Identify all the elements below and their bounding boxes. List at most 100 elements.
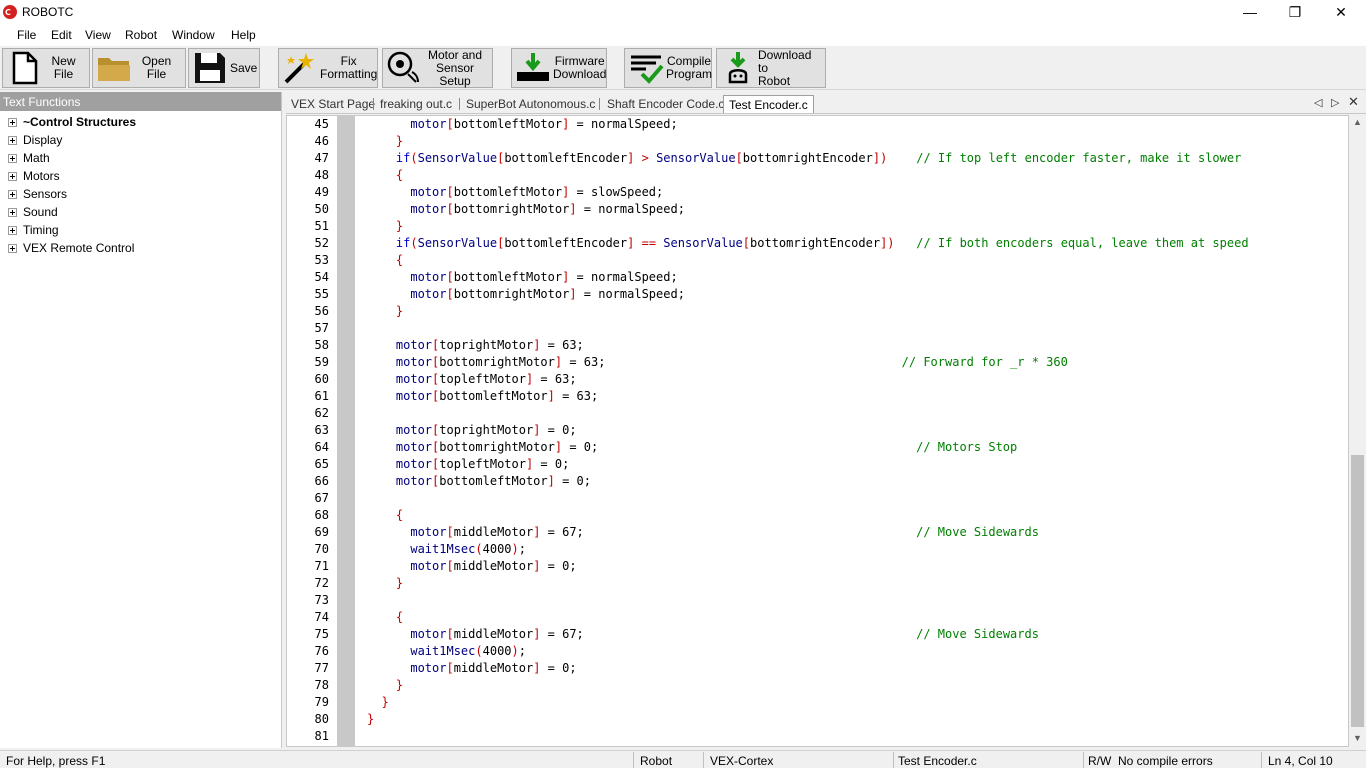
code-line[interactable]: motor[middleMotor] = 0; xyxy=(367,558,576,575)
menu-bar: File Edit View Robot Window Help xyxy=(0,24,1366,46)
expand-icon[interactable] xyxy=(8,117,17,127)
code-line[interactable]: motor[middleMotor] = 0; xyxy=(367,660,576,677)
tab-freaking-out[interactable]: freaking out.c xyxy=(375,95,457,113)
code-line[interactable]: } xyxy=(367,694,388,711)
motor-sensor-icon xyxy=(387,51,419,83)
line-number: 47 xyxy=(314,151,329,165)
code-line[interactable]: motor[bottomleftMotor] = normalSpeed; xyxy=(367,116,677,133)
fix-formatting-button[interactable]: Fix Formatting xyxy=(278,48,378,88)
title-bar: C ROBOTC — ❐ ✕ xyxy=(0,0,1366,24)
expand-icon[interactable] xyxy=(8,207,17,217)
restore-button[interactable]: ❐ xyxy=(1272,0,1318,24)
code-line[interactable]: motor[bottomleftMotor] = 0; xyxy=(367,473,591,490)
open-file-button[interactable]: Open File xyxy=(92,48,186,88)
expand-icon[interactable] xyxy=(8,225,17,235)
code-line[interactable]: motor[bottomleftMotor] = slowSpeed; xyxy=(367,184,663,201)
firmware-chip-icon xyxy=(517,53,549,81)
tree-item-math[interactable]: Math xyxy=(8,149,50,167)
line-number: 54 xyxy=(314,270,329,284)
expand-icon[interactable] xyxy=(8,135,17,145)
tree-item-vex-remote-control[interactable]: VEX Remote Control xyxy=(8,239,134,257)
code-line[interactable]: { xyxy=(367,507,403,524)
code-line[interactable]: motor[toprightMotor] = 63; xyxy=(367,337,584,354)
tree-item-timing[interactable]: Timing xyxy=(8,221,59,239)
tree-item-motors[interactable]: Motors xyxy=(8,167,60,185)
close-icon: ✕ xyxy=(1335,3,1347,20)
tab-scroll-right-icon[interactable]: ▷ xyxy=(1331,96,1339,109)
menu-robot[interactable]: Robot xyxy=(125,28,157,42)
code-line[interactable]: motor[middleMotor] = 67; // Move Sidewar… xyxy=(367,626,1039,643)
code-line[interactable]: if(SensorValue[bottomleftEncoder] == Sen… xyxy=(367,235,1249,252)
download-to-robot-button[interactable]: Download to Robot xyxy=(716,48,826,88)
code-line[interactable]: motor[bottomleftMotor] = 63; xyxy=(367,388,598,405)
line-number: 78 xyxy=(314,678,329,692)
code-line[interactable]: motor[topleftMotor] = 63; xyxy=(367,371,577,388)
code-line[interactable]: motor[toprightMotor] = 0; xyxy=(367,422,577,439)
close-button[interactable]: ✕ xyxy=(1318,0,1364,24)
code-line[interactable]: wait1Msec(4000); xyxy=(367,643,526,660)
tab-scroll-left-icon[interactable]: ◁ xyxy=(1314,96,1322,109)
tab-separator xyxy=(599,98,600,110)
download-label-2: Robot xyxy=(758,73,791,88)
expand-icon[interactable] xyxy=(8,171,17,181)
menu-edit[interactable]: Edit xyxy=(51,28,72,42)
expand-icon[interactable] xyxy=(8,189,17,199)
line-number: 48 xyxy=(314,168,329,182)
code-line[interactable]: motor[bottomrightMotor] = normalSpeed; xyxy=(367,201,685,218)
status-file: Test Encoder.c xyxy=(898,754,977,768)
code-line[interactable]: if(SensorValue[bottomleftEncoder] > Sens… xyxy=(367,150,1241,167)
tree-item-display[interactable]: Display xyxy=(8,131,62,149)
line-number: 59 xyxy=(314,355,329,369)
code-line[interactable]: } xyxy=(367,575,403,592)
menu-view[interactable]: View xyxy=(85,28,111,42)
expand-icon[interactable] xyxy=(8,153,17,163)
code-line[interactable]: motor[middleMotor] = 67; // Move Sidewar… xyxy=(367,524,1039,541)
save-label: Save xyxy=(230,60,258,75)
expand-icon[interactable] xyxy=(8,243,17,253)
menu-window[interactable]: Window xyxy=(172,28,215,42)
tab-superbot-autonomous[interactable]: SuperBot Autonomous.c xyxy=(461,95,600,113)
new-file-label: New File xyxy=(51,54,76,81)
code-line[interactable]: wait1Msec(4000); xyxy=(367,541,526,558)
code-line[interactable]: { xyxy=(367,252,403,269)
code-line[interactable]: } xyxy=(367,133,403,150)
code-line[interactable]: motor[bottomrightMotor] = 63; // Forward… xyxy=(367,354,1068,371)
new-file-button[interactable]: New File xyxy=(2,48,90,88)
code-line[interactable]: { xyxy=(367,167,403,184)
scroll-up-icon[interactable]: ▲ xyxy=(1353,117,1362,127)
status-separator xyxy=(703,752,704,768)
line-number: 61 xyxy=(314,389,329,403)
code-line[interactable]: } xyxy=(367,711,374,728)
code-line[interactable]: motor[bottomrightMotor] = 0; // Motors S… xyxy=(367,439,1017,456)
minimize-button[interactable]: — xyxy=(1227,0,1273,24)
vertical-scrollbar[interactable]: ▲ ▼ xyxy=(1349,115,1366,747)
fix-label-1: Fix xyxy=(340,54,357,68)
code-line[interactable]: } xyxy=(367,303,403,320)
code-line[interactable]: motor[topleftMotor] = 0; xyxy=(367,456,569,473)
firmware-download-button[interactable]: Firmware Download xyxy=(511,48,607,88)
tab-test-encoder[interactable]: Test Encoder.c xyxy=(723,95,814,113)
code-line[interactable]: } xyxy=(367,218,403,235)
compile-program-button[interactable]: Compile Program xyxy=(624,48,712,88)
tree-item-sensors[interactable]: Sensors xyxy=(8,185,67,203)
code-line[interactable]: } xyxy=(367,677,403,694)
code-line[interactable]: motor[bottomleftMotor] = normalSpeed; xyxy=(367,269,677,286)
menu-file[interactable]: File xyxy=(17,28,36,42)
menu-help[interactable]: Help xyxy=(231,28,256,42)
line-number: 51 xyxy=(314,219,329,233)
tree-item-sound[interactable]: Sound xyxy=(8,203,58,221)
save-button[interactable]: Save xyxy=(188,48,260,88)
scrollbar-thumb[interactable] xyxy=(1351,455,1364,727)
code-line[interactable]: motor[bottomrightMotor] = normalSpeed; xyxy=(367,286,685,303)
close-tab-icon[interactable]: ✕ xyxy=(1348,94,1359,110)
line-number: 62 xyxy=(314,406,329,420)
tab-vex-start-page[interactable]: VEX Start Page xyxy=(286,95,380,113)
code-line[interactable]: { xyxy=(367,609,403,626)
line-number: 63 xyxy=(314,423,329,437)
tab-shaft-encoder-code[interactable]: Shaft Encoder Code.c xyxy=(602,95,729,113)
code-editor[interactable]: 45 motor[bottomleftMotor] = normalSpeed;… xyxy=(286,115,1349,747)
line-number: 71 xyxy=(314,559,329,573)
motor-sensor-setup-button[interactable]: Motor and Sensor Setup xyxy=(382,48,493,88)
tree-item-control-structures[interactable]: ~Control Structures xyxy=(8,113,136,131)
scroll-down-icon[interactable]: ▼ xyxy=(1353,733,1362,743)
